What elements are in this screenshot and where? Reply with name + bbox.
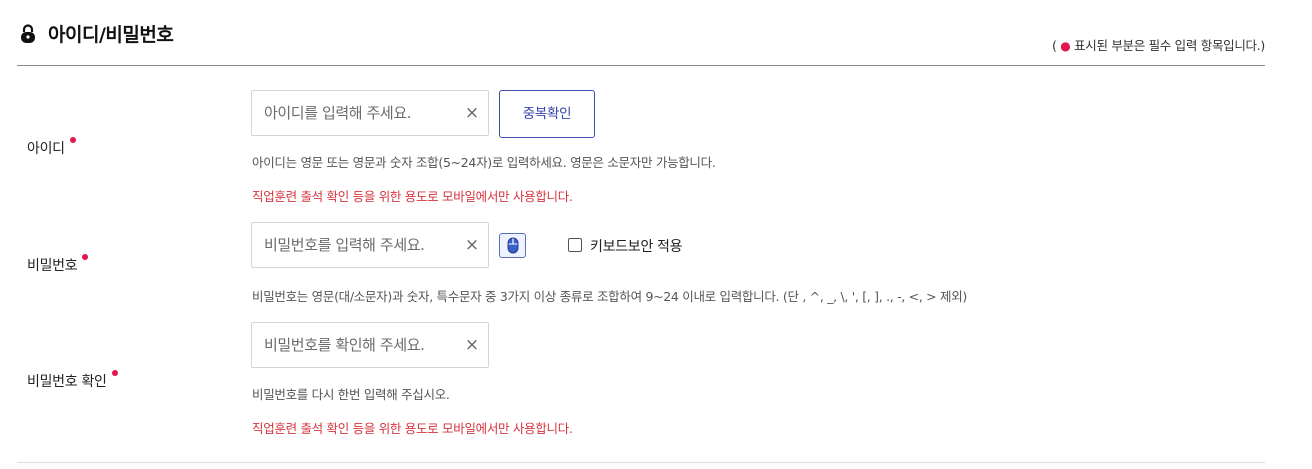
required-dot	[82, 254, 89, 260]
section-title: 아이디/비밀번호	[48, 24, 174, 46]
duplicate-check-button[interactable]: 중복확인	[499, 90, 595, 138]
id-clear-icon[interactable]: ×	[464, 103, 480, 123]
required-dot	[111, 370, 118, 376]
required-note: ( ● 표시된 부분은 필수 입력 항목입니다.)	[1051, 38, 1265, 53]
id-warning-text: 직업훈련 출석 확인 등을 위한 용도로 모바일에서만 사용합니다.	[252, 189, 573, 204]
keyboard-security-checkbox[interactable]	[568, 238, 582, 252]
mouse-icon	[507, 237, 519, 258]
divider-bottom	[17, 462, 1265, 463]
lock-icon	[19, 24, 37, 44]
divider-top	[17, 65, 1265, 66]
password-label: 비밀번호	[27, 254, 89, 275]
password-confirm-warning-text: 직업훈련 출석 확인 등을 위한 용도로 모바일에서만 사용합니다.	[252, 421, 573, 436]
password-confirm-input[interactable]	[252, 323, 452, 367]
id-field: ×	[251, 90, 489, 136]
password-help-text: 비밀번호는 영문(대/소문자)과 숫자, 특수문자 중 3가지 이상 종류로 조…	[252, 289, 968, 304]
password-field: ×	[251, 222, 489, 268]
virtual-keyboard-button[interactable]	[499, 233, 526, 258]
password-confirm-label: 비밀번호 확인	[27, 370, 118, 391]
required-dot	[69, 137, 76, 143]
id-label: 아이디	[27, 137, 76, 158]
keyboard-security-label[interactable]: 키보드보안 적용	[590, 236, 683, 256]
required-dot: ●	[1060, 39, 1071, 53]
id-help-text: 아이디는 영문 또는 영문과 숫자 조합(5~24자)로 입력하세요. 영문은 …	[252, 155, 716, 170]
password-confirm-field: ×	[251, 322, 489, 368]
password-input[interactable]	[252, 223, 452, 267]
password-confirm-help-text: 비밀번호를 다시 한번 입력해 주십시오.	[252, 387, 450, 402]
password-confirm-clear-icon[interactable]: ×	[464, 335, 480, 355]
id-input[interactable]	[252, 91, 452, 135]
password-clear-icon[interactable]: ×	[464, 235, 480, 255]
